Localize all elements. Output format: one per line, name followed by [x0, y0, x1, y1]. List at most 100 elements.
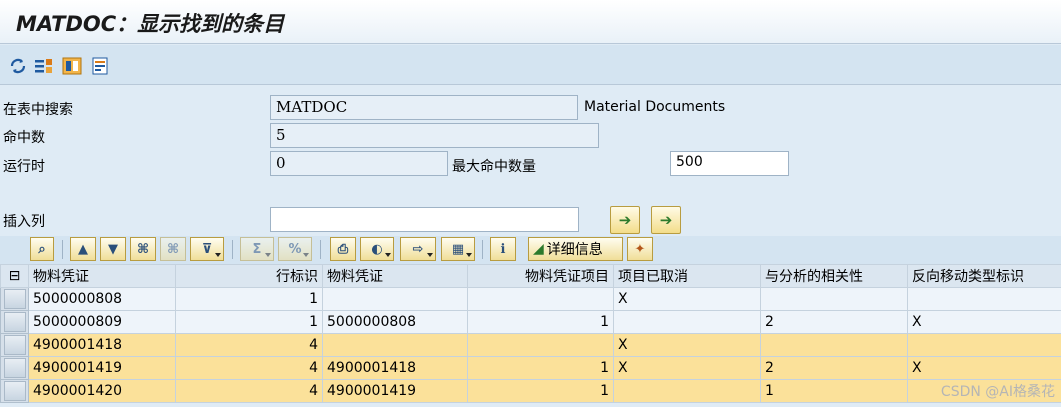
table-cell[interactable]: 1 [467, 379, 614, 403]
table-cell[interactable]: 4900001418 [28, 333, 176, 357]
table-cell[interactable]: 4900001419 [322, 379, 468, 403]
table-row[interactable]: 5000000808 1 X [0, 287, 1061, 311]
print-button[interactable]: ⎙ [330, 237, 356, 261]
table-cell[interactable]: 1 [467, 310, 614, 334]
table-row[interactable]: 4900001419 4 4900001418 1 X 2 X [0, 356, 1061, 380]
table-cell[interactable] [322, 287, 468, 311]
hits-label: 命中数 [3, 130, 45, 146]
hits-field[interactable]: 5 [270, 123, 599, 148]
column-header[interactable]: 反向移动类型标识 [907, 264, 1061, 288]
layout-icon[interactable] [62, 56, 82, 76]
info-button[interactable]: ℹ [490, 237, 516, 261]
table-cell[interactable] [613, 310, 761, 334]
table-description: Material Documents [584, 99, 726, 115]
views-icon: ◐ [371, 241, 383, 257]
refresh-icon[interactable] [8, 56, 28, 76]
sort-ascending-icon: ▲ [78, 241, 88, 257]
table-cell[interactable] [907, 287, 1061, 311]
row-selector[interactable] [0, 356, 29, 380]
sort-ascending-button[interactable]: ▲ [70, 237, 96, 261]
table-cell[interactable] [760, 333, 908, 357]
table-cell[interactable]: 1 [467, 356, 614, 380]
detail-info-button[interactable]: ◢ 详细信息 [528, 237, 623, 261]
table-cell[interactable]: 4 [175, 379, 323, 403]
binoculars-next-icon: ⌘ [166, 241, 180, 257]
find-next-button: ⌘ [160, 237, 186, 261]
find-button[interactable]: ⌘ [130, 237, 156, 261]
row-selector[interactable] [0, 310, 29, 334]
layout-button[interactable]: ▦ [441, 237, 475, 261]
filter-button[interactable]: ⊽ [190, 237, 224, 261]
insert-column-button[interactable]: ➔ [610, 206, 640, 234]
table-row[interactable]: 5000000809 1 5000000808 1 2 X [0, 310, 1061, 334]
row-selector[interactable] [0, 379, 29, 403]
table-cell[interactable] [760, 287, 908, 311]
table-cell[interactable]: 2 [760, 310, 908, 334]
table-cell[interactable]: 4900001418 [322, 356, 468, 380]
table-header-row: ⊟ 物料凭证 行标识 物料凭证 物料凭证项目 项目已取消 与分析的相关性 反向移… [0, 264, 1061, 288]
search-table-label: 在表中搜索 [3, 102, 73, 118]
export-button[interactable]: ⇨ [400, 237, 436, 261]
printer-icon: ⎙ [337, 241, 349, 257]
sort-descending-button[interactable]: ▼ [100, 237, 126, 261]
row-selector[interactable] [0, 287, 29, 311]
table-row[interactable]: 4900001420 4 4900001419 1 1 [0, 379, 1061, 403]
page-title: MATDOC：显示找到的条目 [16, 12, 285, 36]
table-cell[interactable]: 5000000809 [28, 310, 176, 334]
magnifier-icon: ⌕ [38, 241, 46, 257]
table-cell[interactable]: 1 [175, 310, 323, 334]
watermark: CSDN @AI格桑花 [940, 384, 1055, 400]
table-cell[interactable]: 4 [175, 333, 323, 357]
sum-icon: Σ [252, 241, 262, 257]
insert-column-label: 插入列 [3, 214, 45, 230]
title-bar: MATDOC：显示找到的条目 [0, 0, 1061, 44]
export-icon: ⇨ [412, 241, 424, 257]
table-cell[interactable]: 4900001419 [28, 356, 176, 380]
table-cell[interactable]: 5000000808 [322, 310, 468, 334]
search-table-field[interactable]: MATDOC [270, 95, 578, 120]
table-cell[interactable]: X [613, 287, 761, 311]
total-button: Σ [240, 237, 274, 261]
insert-column-input[interactable] [270, 207, 579, 232]
table-cell[interactable]: X [613, 333, 761, 357]
table-cell[interactable]: 5000000808 [28, 287, 176, 311]
insert-all-columns-button[interactable]: ➔ [651, 206, 681, 234]
column-header[interactable]: 物料凭证项目 [467, 264, 614, 288]
runtime-label: 运行时 [3, 159, 45, 175]
table-cell[interactable]: 4900001420 [28, 379, 176, 403]
table-cell[interactable]: 1 [760, 379, 908, 403]
subtotal-button: % [278, 237, 312, 261]
binoculars-icon: ⌘ [136, 241, 150, 257]
details-button[interactable]: ⌕ [30, 237, 54, 261]
row-selector[interactable] [0, 333, 29, 357]
table-cell[interactable]: X [613, 356, 761, 380]
max-hits-input[interactable]: 500 [670, 151, 789, 176]
column-header[interactable]: 与分析的相关性 [760, 264, 908, 288]
table-cell[interactable] [467, 287, 614, 311]
table-cell[interactable]: 2 [760, 356, 908, 380]
views-button[interactable]: ◐ [360, 237, 394, 261]
table-cell[interactable]: X [907, 356, 1061, 380]
table-cell[interactable] [322, 333, 468, 357]
settings-button[interactable]: ✦ [627, 237, 653, 261]
column-header[interactable]: 项目已取消 [613, 264, 761, 288]
filter-icon: ⊽ [201, 241, 213, 257]
results-table: ⊟ 物料凭证 行标识 物料凭证 物料凭证项目 项目已取消 与分析的相关性 反向移… [0, 264, 1061, 403]
save-layout-icon[interactable] [90, 56, 110, 76]
table-row[interactable]: 4900001418 4 X [0, 333, 1061, 357]
table-cell[interactable]: 1 [175, 287, 323, 311]
runtime-field[interactable]: 0 [270, 151, 448, 176]
table-cell[interactable]: X [907, 310, 1061, 334]
table-cell[interactable] [467, 333, 614, 357]
insert-all-arrow-icon: ➔ [659, 211, 673, 229]
select-all-cell[interactable]: ⊟ [0, 264, 29, 288]
subtotal-icon: % [288, 241, 302, 257]
table-cell[interactable]: 4 [175, 356, 323, 380]
table-cell[interactable] [613, 379, 761, 403]
column-header[interactable]: 物料凭证 [28, 264, 176, 288]
column-header[interactable]: 物料凭证 [322, 264, 468, 288]
grid-layout-icon: ▦ [451, 241, 465, 257]
list-settings-icon[interactable] [34, 56, 54, 76]
column-header[interactable]: 行标识 [175, 264, 323, 288]
table-cell[interactable] [907, 333, 1061, 357]
